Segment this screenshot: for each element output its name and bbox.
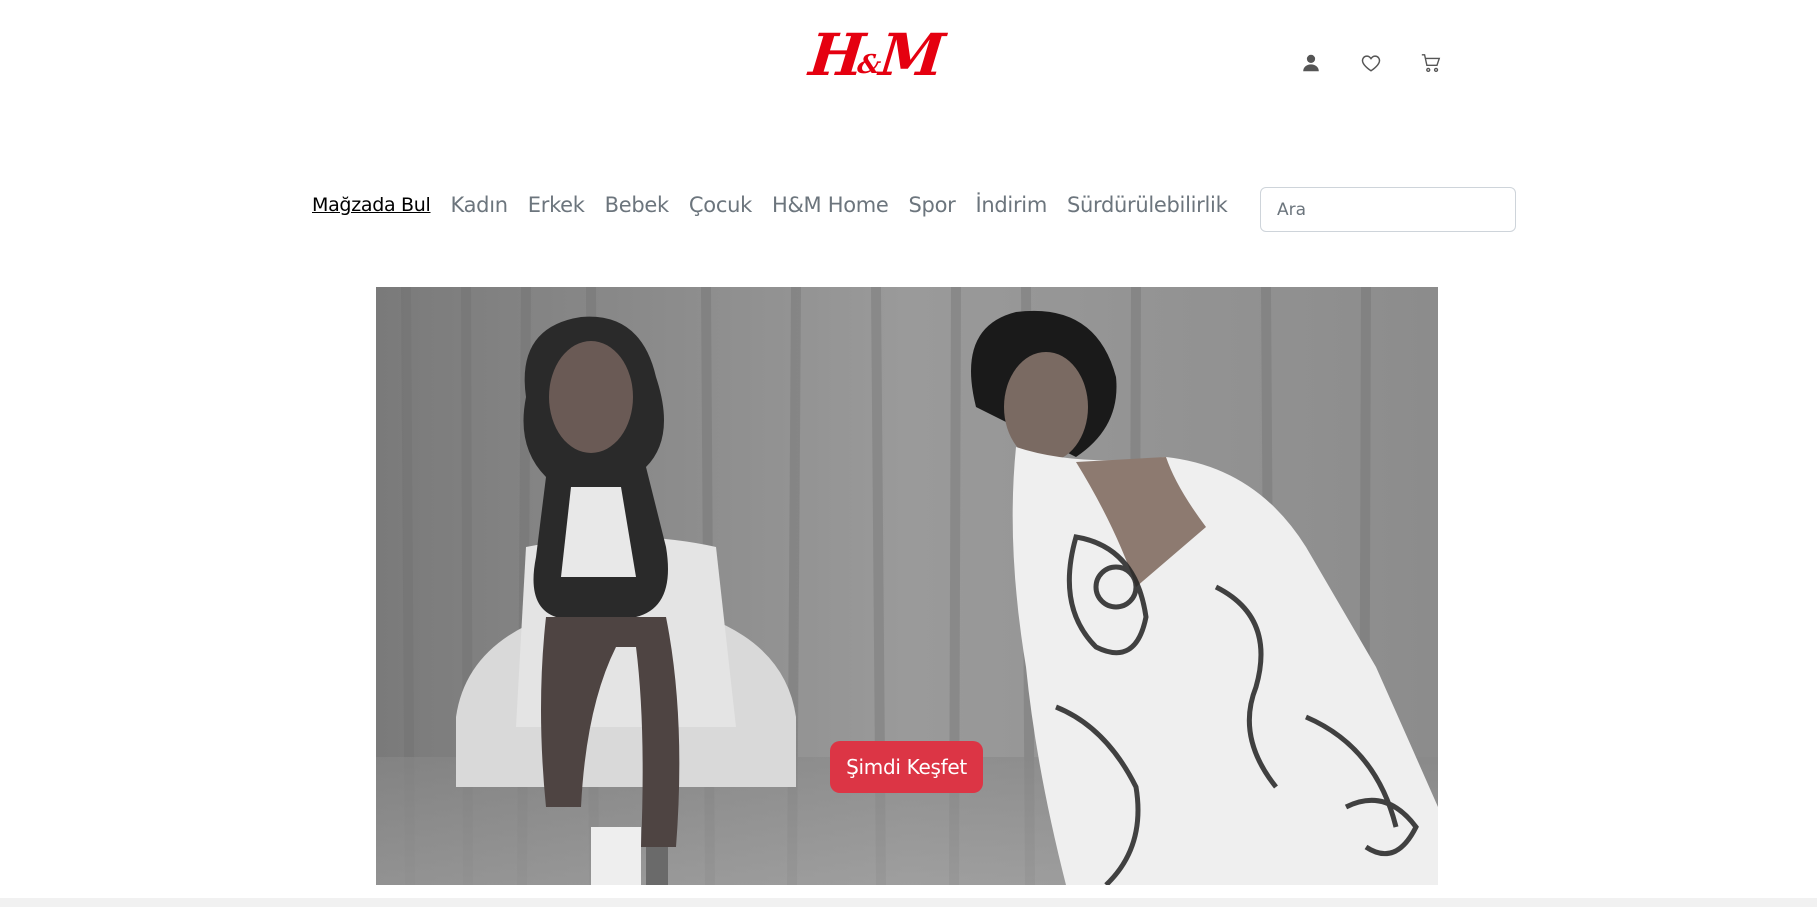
nav-item-bebek[interactable]: Bebek: [605, 193, 670, 217]
header-icons: [1300, 52, 1442, 74]
nav-item-spor[interactable]: Spor: [909, 193, 956, 217]
nav-item-indirim[interactable]: İndirim: [975, 193, 1047, 217]
hm-logo[interactable]: H & M: [806, 21, 944, 89]
nav-item-cocuk[interactable]: Çocuk: [689, 193, 752, 217]
nav-item-magazada-bul[interactable]: Mağzada Bul: [312, 194, 431, 216]
nav-item-surdurulebilirlik[interactable]: Sürdürülebilirlik: [1067, 193, 1228, 217]
user-icon[interactable]: [1300, 52, 1322, 74]
logo-ampersand: &: [855, 50, 883, 80]
search-input[interactable]: [1260, 187, 1516, 232]
main-nav: Mağzada Bul Kadın Erkek Bebek Çocuk H&M …: [312, 193, 1247, 217]
logo-letter-h: H: [806, 21, 865, 89]
hero-image: [376, 287, 1438, 885]
nav-item-hm-home[interactable]: H&M Home: [772, 193, 889, 217]
logo-letter-m: M: [876, 21, 944, 89]
hero-banner: Şimdi Keşfet: [376, 287, 1438, 885]
cart-icon[interactable]: [1420, 52, 1442, 74]
page: H & M Mağzada Bul Kadın Erkek Bebek Çocu…: [0, 0, 1817, 907]
nav-item-erkek[interactable]: Erkek: [528, 193, 585, 217]
shop-now-button[interactable]: Şimdi Keşfet: [830, 741, 983, 793]
heart-icon[interactable]: [1360, 52, 1382, 74]
page-bottom-strip: [0, 898, 1817, 907]
nav-item-kadin[interactable]: Kadın: [451, 193, 509, 217]
